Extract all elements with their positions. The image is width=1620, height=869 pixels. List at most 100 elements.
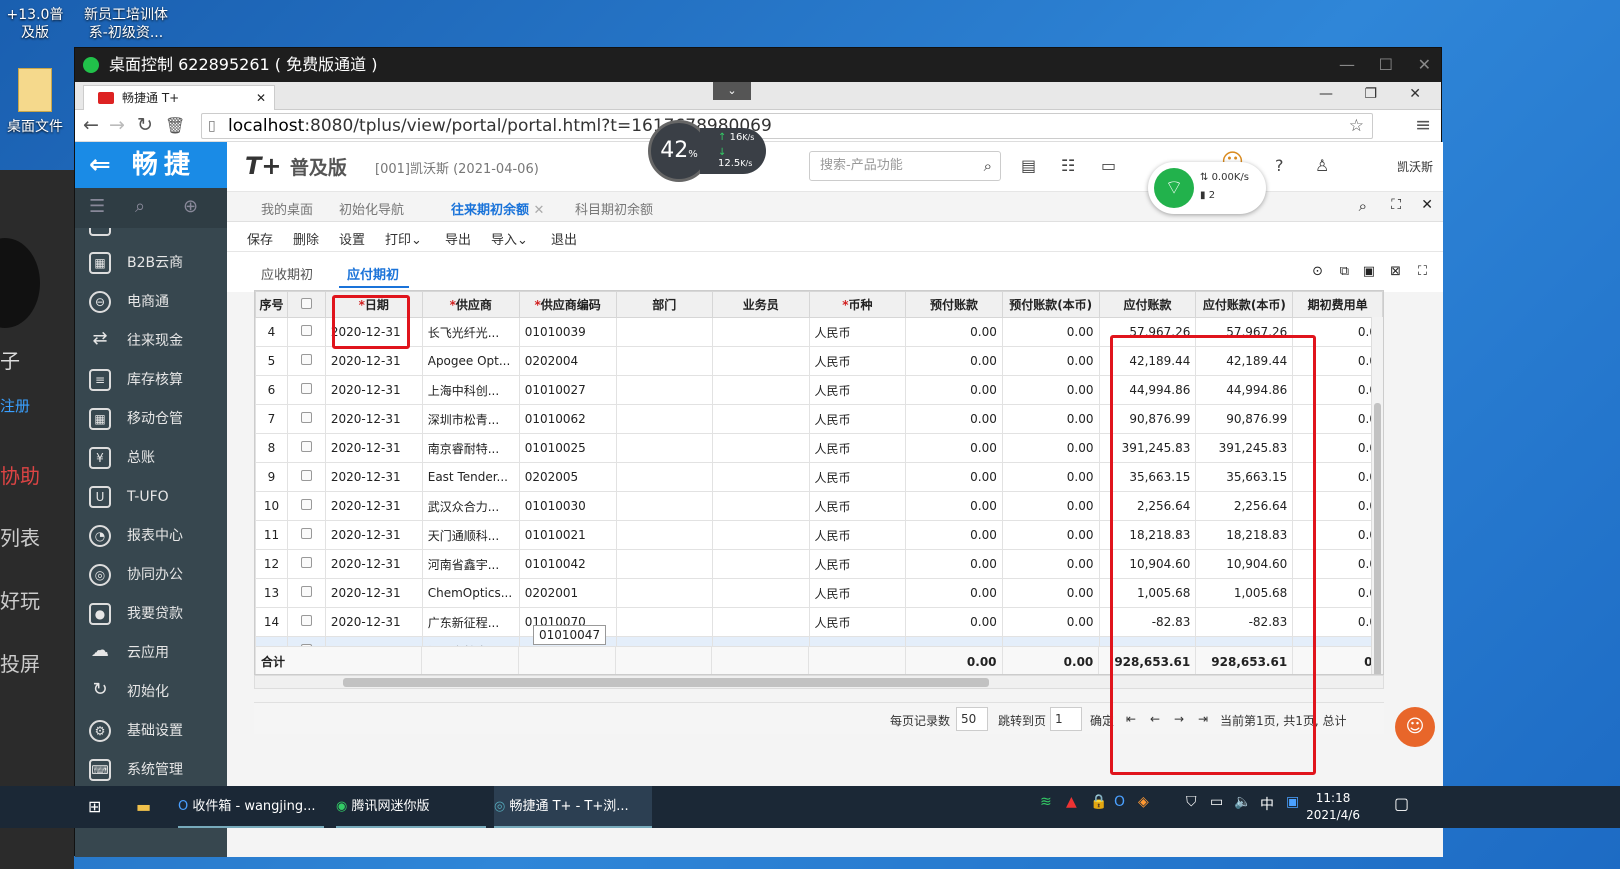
cell-prepay[interactable]: 0.00 [905,549,1003,579]
scrollbar-thumb[interactable] [343,678,989,687]
menu-icon[interactable]: ≡ [1415,114,1431,136]
cell-vendor[interactable]: 河南省鑫宇... [421,549,520,579]
cell-currency[interactable]: 人民币 [808,520,907,550]
cell-prepay-local[interactable]: 0.00 [1001,404,1100,434]
cell-vendor[interactable]: 天门通顺科... [421,520,520,550]
taskbar-item-mail[interactable]: O 收件箱 - wangjing... [178,786,324,828]
trash-icon[interactable]: 🗑 [165,116,185,135]
browser-restore-button[interactable]: ❐ [1364,86,1377,102]
sidebar-item-collaboration[interactable]: ◎ 协同办公 [75,556,227,594]
cell-code[interactable]: 01010030 [518,491,617,521]
checkbox-icon[interactable] [300,383,312,394]
col-header[interactable]: 预付账款 [905,291,1003,318]
volume-tray-icon[interactable]: 🔈 [1234,794,1251,810]
wifi-tray-icon[interactable]: ≋ [1040,794,1052,810]
tab-balance[interactable]: 往来期初余额 ✕ [442,199,570,225]
checkbox-icon[interactable] [300,528,312,539]
empty-cell[interactable] [712,520,810,550]
cell-code[interactable]: 01010042 [518,549,617,579]
cell-date[interactable]: 2020-12-31 [324,491,423,521]
column-settings-icon[interactable]: ⊠ [1390,264,1401,279]
cell-code[interactable]: 0202004 [518,346,617,376]
browser-close-button[interactable]: ✕ [1409,86,1421,102]
cell-currency[interactable]: 人民币 [808,607,907,637]
cell-currency[interactable]: 人民币 [808,578,907,608]
col-header[interactable]: 序号 [255,291,288,318]
checkbox-icon[interactable] [300,615,312,626]
delete-button[interactable]: 删除 [293,229,319,248]
browser-tab[interactable]: 畅捷通 T+ ✕ [83,85,275,110]
user-name[interactable]: 凯沃斯 [1397,158,1433,175]
calculator-icon[interactable]: ▤ [1021,156,1036,175]
cell-vendor[interactable]: ChemOptics... [421,578,520,608]
cell-code[interactable]: 01010025 [518,433,617,463]
empty-cell[interactable] [615,346,714,376]
row-select-cell[interactable] [286,317,326,347]
checkbox-icon[interactable] [300,557,312,568]
cell-prepay-local[interactable]: 0.00 [1001,317,1100,347]
locate-icon[interactable]: ⊙ [1312,264,1323,279]
cell-currency[interactable]: 人民币 [808,433,907,463]
menu-list-icon[interactable]: ☰ [89,196,105,217]
cell-prepay[interactable]: 0.00 [905,375,1003,405]
maximize-button[interactable]: ☐ [1379,48,1393,82]
empty-cell[interactable] [615,433,714,463]
user-icon[interactable]: ♙ [1315,156,1329,175]
empty-cell[interactable] [712,607,810,637]
sidebar-item-ecommerce[interactable]: ⊖ 电商通 [75,283,227,321]
url-input[interactable]: ▯ localhost:8080/tplus/view/portal/porta… [201,113,1373,139]
cell-code[interactable]: 0202001 [518,578,617,608]
row-select-cell[interactable] [286,578,326,608]
cell-vendor[interactable]: East Tender... [421,462,520,492]
empty-cell[interactable] [615,578,714,608]
task-list-icon[interactable]: ☷ [1061,156,1075,175]
cell-date[interactable]: 2020-12-31 [324,346,423,376]
sidebar-item-settings[interactable]: ⚙ 基础设置 [75,712,227,750]
search-menu-icon[interactable]: ⌕ [135,196,145,217]
row-select-cell[interactable] [286,404,326,434]
row-select-cell[interactable] [286,607,326,637]
col-header[interactable]: 部门 [615,291,714,318]
cell-prepay-local[interactable]: 0.00 [1001,491,1100,521]
tab-close-icon[interactable]: ✕ [256,86,266,110]
file-explorer-icon[interactable]: ▬ [136,786,151,828]
jump-input[interactable]: 1 [1050,707,1082,731]
cell-vendor[interactable]: 广东新征程... [421,607,520,637]
cell-vendor[interactable]: 武汉众合力... [421,491,520,521]
checkbox-icon[interactable] [300,297,312,309]
cell-prepay[interactable]: 0.00 [905,404,1003,434]
checkbox-icon[interactable] [300,325,312,336]
cell-currency[interactable]: 人民币 [808,346,907,376]
start-icon[interactable]: ⊞ [88,786,101,828]
row-select-cell[interactable] [286,462,326,492]
cell-prepay[interactable]: 0.00 [905,607,1003,637]
desktop-icon-3[interactable]: 桌面文件 [0,68,70,136]
notify-tray-icon[interactable]: ◈ [1138,794,1149,810]
row-select-cell[interactable] [286,375,326,405]
cell-code[interactable]: 01010027 [518,375,617,405]
copy-icon[interactable]: ⧉ [1340,264,1349,279]
user-tray-icon[interactable]: ▣ [1286,794,1299,810]
sidebar-item-cloud[interactable]: ☁ 云应用 [75,634,227,672]
cell-prepay-local[interactable]: 0.00 [1001,433,1100,463]
settings-button[interactable]: 设置 [339,229,365,248]
cell-date[interactable]: 2020-12-31 [324,607,423,637]
empty-cell[interactable] [712,549,810,579]
save-button[interactable]: 保存 [247,229,273,248]
sidebar-item-loan[interactable]: ● 我要贷款 [75,595,227,633]
empty-cell[interactable] [712,375,810,405]
sidebar-item-mobile-warehouse[interactable]: ▦ 移动仓管 [75,400,227,438]
cell-prepay[interactable]: 0.00 [905,433,1003,463]
tab-payable[interactable]: 应付期初 [347,264,399,283]
cell-prepay-local[interactable]: 0.00 [1001,520,1100,550]
col-header[interactable]: *供应商编码 [518,291,617,318]
empty-cell[interactable] [615,491,714,521]
cell-code[interactable]: 01010039 [518,317,617,347]
cell-currency[interactable]: 人民币 [808,404,907,434]
desktop-icon-2[interactable]: 新员工培训体系-初级资... [80,6,172,42]
cell-vendor[interactable]: 南京睿耐特... [421,433,520,463]
outlook-tray-icon[interactable]: O [1114,794,1125,810]
row-select-cell[interactable] [286,346,326,376]
cell-code[interactable]: 01010021 [518,520,617,550]
back-icon[interactable]: ← [83,114,99,136]
